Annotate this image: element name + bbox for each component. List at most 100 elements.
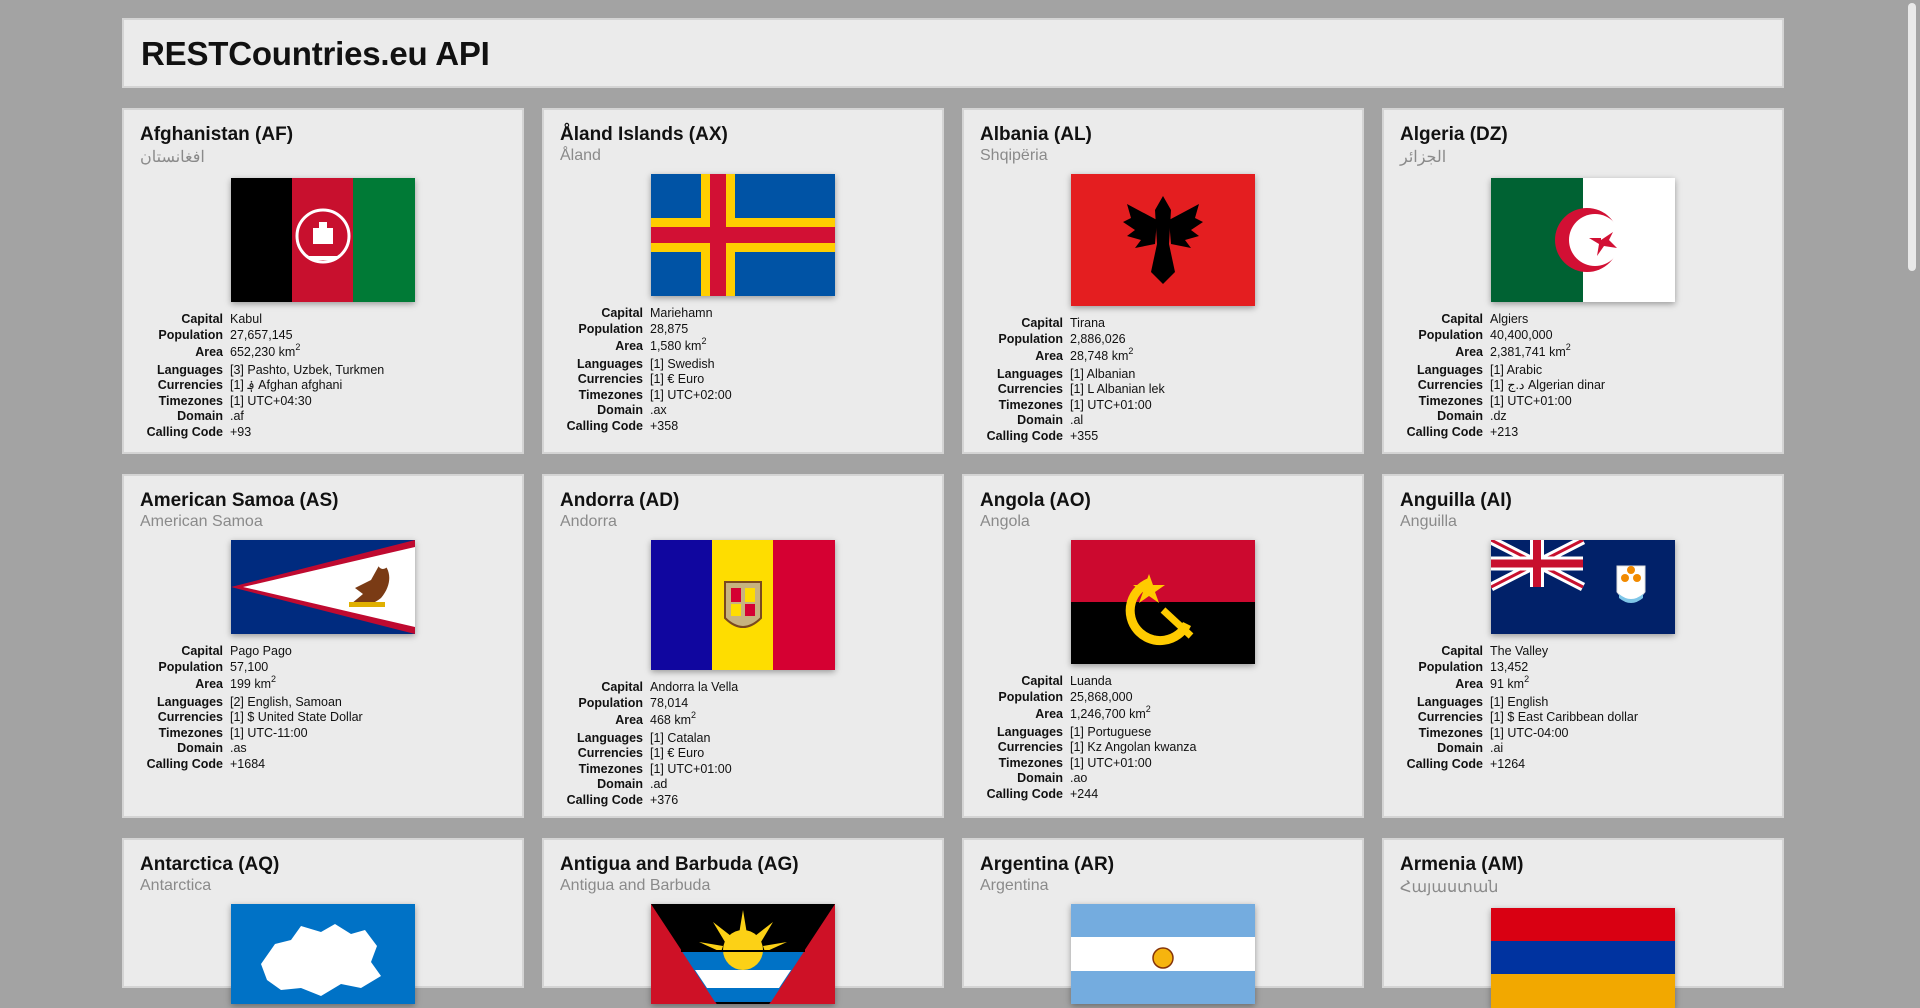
country-title: Antarctica (AQ) [140, 854, 280, 875]
country-title: Algeria (DZ) [1400, 124, 1508, 145]
info-row-area: Area 468 km2 [544, 710, 946, 731]
country-native-name: American Samoa [140, 513, 263, 530]
info-row-languages: Languages [1] Portuguese [964, 725, 1366, 741]
country-calling-code-value: +213 [1490, 424, 1519, 439]
area-unit: km [1111, 349, 1129, 363]
info-row-timezones: Timezones [1] UTC+02:00 [544, 388, 946, 404]
info-row-currencies: Currencies [1] $ East Caribbean dollar [1384, 710, 1786, 726]
info-row-population: Population 25,868,000 [964, 690, 1366, 706]
country-currencies-value: [1] Kz Angolan kwanza [1070, 740, 1197, 754]
country-title: Afghanistan (AF) [140, 124, 294, 145]
info-label-currencies: Currencies [1417, 710, 1483, 724]
country-languages-value: [1] Catalan [650, 730, 711, 745]
info-label-currencies: Currencies [997, 740, 1063, 754]
country-population-value: 13,452 [1490, 659, 1529, 674]
info-row-population: Population 27,657,145 [124, 328, 526, 344]
country-domain-value: .ax [650, 403, 667, 417]
info-row-population: Population 40,400,000 [1384, 328, 1786, 344]
info-label-area: Area [1035, 707, 1063, 721]
info-label-calling-code: Calling Code [146, 756, 223, 771]
area-exponent: 2 [701, 335, 707, 346]
info-row-timezones: Timezones [1] UTC-11:00 [124, 726, 526, 742]
info-row-area: Area 199 km2 [124, 674, 526, 695]
info-row-area: Area 1,580 km2 [544, 335, 946, 357]
country-card: Afghanistan (AF) افغانستان Capital Kabul… [122, 108, 524, 454]
info-row-calling-code: Calling Code +93 [124, 425, 526, 441]
afghanistan-flag-icon [231, 178, 415, 302]
country-native-name: افغانستان [140, 149, 205, 166]
info-label-timezones: Timezones [1418, 725, 1483, 740]
info-label-domain: Domain [1017, 413, 1063, 427]
info-label-area: Area [1455, 345, 1483, 359]
country-native-name: Åland [560, 147, 601, 164]
country-population-value: 2,886,026 [1070, 331, 1126, 346]
info-row-domain: Domain .af [124, 409, 526, 425]
scrollbar[interactable] [1904, 0, 1920, 968]
country-area-value: 2,381,741 [1490, 345, 1546, 359]
info-row-population: Population 57,100 [124, 660, 526, 676]
info-row-area: Area 2,381,741 km2 [1384, 342, 1786, 363]
info-row-currencies: Currencies [1] L Albanian lek [964, 382, 1366, 398]
country-title: Andorra (AD) [560, 490, 680, 511]
info-label-area: Area [1455, 677, 1483, 691]
info-label-currencies: Currencies [997, 382, 1063, 396]
country-population-value: 25,868,000 [1070, 689, 1133, 704]
country-capital-value: The Valley [1490, 644, 1549, 658]
info-row-domain: Domain .ai [1384, 741, 1786, 757]
andorra-flag-icon [651, 540, 835, 670]
aland-flag-icon [651, 174, 835, 296]
info-row-currencies: Currencies [1] د.ج Algerian dinar [1384, 378, 1786, 394]
country-domain-value: .as [230, 741, 247, 755]
info-row-languages: Languages [1] Swedish [544, 357, 946, 373]
country-info-table: Capital Pago Pago Population 57,100 Area… [124, 644, 526, 772]
country-capital-value: Algiers [1490, 312, 1529, 326]
info-row-languages: Languages [1] English [1384, 695, 1786, 711]
info-label-capital: Capital [1441, 312, 1483, 326]
country-title: Armenia (AM) [1400, 854, 1524, 875]
info-row-domain: Domain .ad [544, 777, 946, 793]
country-timezones-value: [1] UTC+01:00 [650, 761, 732, 776]
country-native-name: الجزائر [1400, 149, 1447, 166]
country-capital-value: Luanda [1070, 674, 1112, 688]
info-row-timezones: Timezones [1] UTC-04:00 [1384, 726, 1786, 742]
info-label-calling-code: Calling Code [986, 786, 1063, 801]
country-title: Angola (AO) [980, 490, 1091, 511]
info-row-languages: Languages [3] Pashto, Uzbek, Turkmen [124, 363, 526, 379]
country-card: Anguilla (AI) Anguilla Capital The Valle… [1382, 474, 1784, 818]
country-capital-value: Mariehamn [650, 306, 713, 320]
albania-flag-icon [1071, 174, 1255, 306]
area-exponent: 2 [1145, 703, 1151, 714]
country-languages-value: [1] English [1490, 694, 1549, 709]
info-row-timezones: Timezones [1] UTC+01:00 [964, 398, 1366, 414]
algeria-flag-icon [1491, 178, 1675, 302]
country-languages-value: [1] Swedish [650, 356, 715, 371]
page-title: RESTCountries.eu API [141, 35, 490, 72]
info-label-area: Area [1035, 349, 1063, 363]
country-native-name: Antarctica [140, 877, 212, 894]
info-row-domain: Domain .as [124, 741, 526, 757]
country-title: American Samoa (AS) [140, 490, 339, 511]
country-info-table: Capital The Valley Population 13,452 Are… [1384, 644, 1786, 772]
country-calling-code-value: +1264 [1490, 756, 1526, 771]
info-label-languages: Languages [997, 724, 1063, 739]
country-card: Andorra (AD) Andorra Capital Andorra la … [542, 474, 944, 818]
country-native-name: Argentina [980, 877, 1049, 894]
country-info-table: Capital Tirana Population 2,886,026 Area… [964, 316, 1366, 444]
info-label-languages: Languages [157, 694, 223, 709]
info-label-timezones: Timezones [158, 393, 223, 408]
info-row-currencies: Currencies [1] Kz Angolan kwanza [964, 740, 1366, 756]
info-label-timezones: Timezones [1418, 393, 1483, 408]
country-currencies-value: [1] د.ج Algerian dinar [1490, 378, 1606, 392]
info-label-languages: Languages [577, 730, 643, 745]
info-row-languages: Languages [1] Arabic [1384, 363, 1786, 379]
country-languages-value: [2] English, Samoan [230, 694, 342, 709]
info-row-capital: Capital Tirana [964, 316, 1366, 332]
country-area-value: 468 [650, 713, 671, 727]
area-unit: km [1549, 345, 1566, 359]
info-label-timezones: Timezones [578, 761, 643, 776]
info-row-population: Population 78,014 [544, 696, 946, 712]
armenia-flag-icon [1491, 908, 1675, 1008]
scrollbar-thumb[interactable] [1908, 3, 1916, 271]
info-label-timezones: Timezones [158, 725, 223, 740]
country-area-value: 652,230 [230, 345, 276, 359]
